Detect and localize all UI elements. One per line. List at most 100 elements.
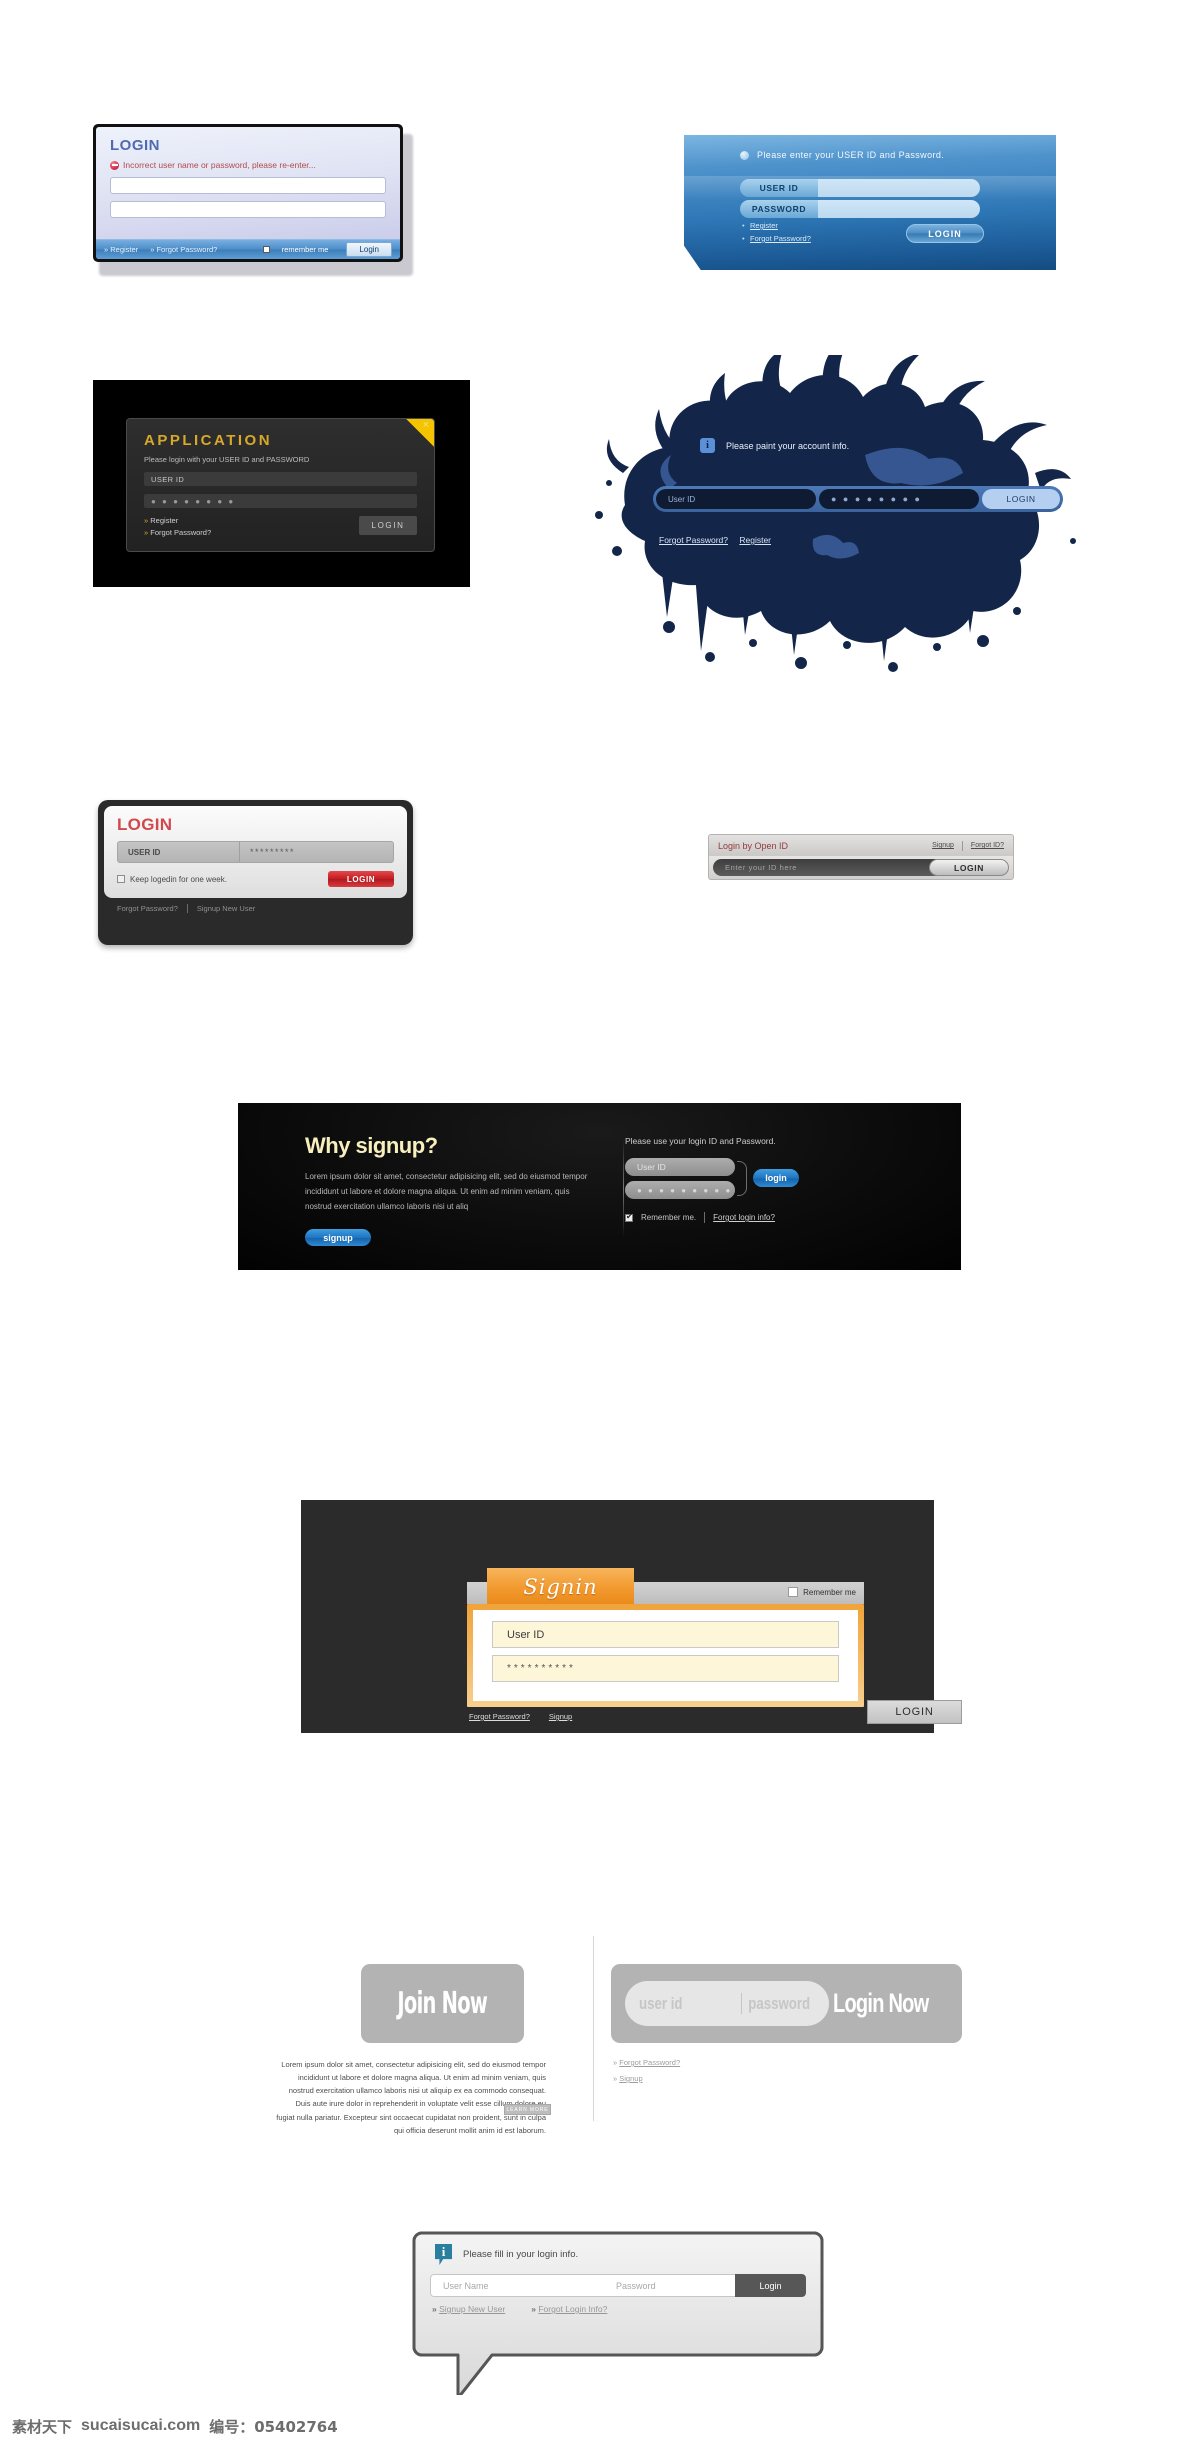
forgot-password-link[interactable]: Forgot Password? xyxy=(469,1712,530,1721)
page-title: LOGIN xyxy=(110,137,160,154)
credentials-row: User Name Password Login xyxy=(430,2274,806,2297)
links-group: » Forgot Password? » Signup xyxy=(613,2058,680,2090)
password-input[interactable] xyxy=(818,200,980,218)
register-link[interactable]: Register xyxy=(144,516,211,525)
options-row: Remember me. Forgot login info? xyxy=(625,1212,776,1223)
login-column: Please use your login ID and Password. U… xyxy=(625,1136,799,1223)
forgot-password-link[interactable]: Forgot Password? xyxy=(144,528,211,537)
forgot-password-link[interactable]: Forgot Password? xyxy=(117,904,178,913)
divider xyxy=(704,1212,706,1223)
forgot-login-label: Forgot Login Info? xyxy=(538,2304,608,2314)
userid-input[interactable]: USER ID xyxy=(144,472,417,486)
password-label: PASSWORD xyxy=(740,200,818,218)
password-input[interactable]: ● ● ● ● ● ● ● ● ● xyxy=(625,1181,735,1199)
forgot-password-label: Forgot Password? xyxy=(619,2058,681,2067)
remember-me-label: remember me xyxy=(281,245,329,254)
form-outer-frame: LOGIN USER ID ********* Keep logedin for… xyxy=(98,800,413,945)
instruction-message: i Please fill in your login info. xyxy=(418,2230,818,2265)
register-link[interactable]: Register xyxy=(739,535,771,545)
userid-input[interactable]: USER ID xyxy=(118,842,240,862)
error-icon xyxy=(110,160,119,170)
password-input[interactable]: ● ● ● ● ● ● ● ● xyxy=(819,489,979,509)
learn-more-button[interactable]: LEARN MORE xyxy=(504,2104,551,2115)
userid-input[interactable]: User ID xyxy=(625,1158,735,1176)
page-title: LOGIN xyxy=(117,815,173,834)
signin-tab: Signin xyxy=(487,1568,634,1605)
forgot-login-link[interactable]: » Forgot Login Info? xyxy=(531,2304,607,2314)
options-row: Keep logedin for one week. LOGIN xyxy=(117,871,394,887)
instruction-message: i Please paint your account info. xyxy=(700,438,849,453)
form-inner: User ID ********** xyxy=(473,1610,858,1701)
keep-logged-in-label: Keep logedin for one week. xyxy=(130,874,227,884)
forgot-password-link[interactable]: Forgot Password? xyxy=(742,234,811,243)
form-footer: Register Forgot Password? LOGIN xyxy=(144,516,417,540)
register-link[interactable]: » Register xyxy=(104,245,138,254)
login-button[interactable]: LOGIN xyxy=(929,859,1009,876)
signup-link[interactable]: » Signup xyxy=(613,2074,680,2083)
password-input[interactable]: ********* xyxy=(240,842,393,862)
forgot-password-link[interactable]: » Forgot Password? xyxy=(613,2058,680,2067)
login-button[interactable]: Login xyxy=(735,2274,806,2297)
arrow-icon: » xyxy=(432,2304,437,2314)
openid-header: Login by Open ID Signup Forgot ID? xyxy=(708,834,1014,856)
signup-label: Signup New User xyxy=(439,2304,506,2314)
arrow-icon-2: » xyxy=(531,2304,536,2314)
login-button[interactable]: LOGIN xyxy=(906,224,984,243)
error-message: Incorrect user name or password, please … xyxy=(110,160,386,170)
login-now-button[interactable]: Login Now xyxy=(833,1988,929,2019)
login-form-ink-splatter: i Please paint your account info. User I… xyxy=(565,355,1095,685)
userid-input[interactable]: User ID xyxy=(492,1621,839,1648)
signup-link[interactable]: Signup New User xyxy=(197,904,255,913)
password-input[interactable]: ● ● ● ● ● ● ● ● xyxy=(144,494,417,508)
remember-me-checkbox[interactable] xyxy=(262,246,270,253)
login-button[interactable]: login xyxy=(753,1169,799,1187)
password-input[interactable]: password xyxy=(742,1994,810,2014)
login-button[interactable]: LOGIN xyxy=(328,871,394,887)
credentials-input-group: User Name Password xyxy=(430,2274,735,2297)
page-title: Login by Open ID xyxy=(718,840,789,851)
links-group: Forgot Password? Register xyxy=(659,535,780,545)
join-now-button[interactable]: Join Now xyxy=(361,1964,524,2043)
userid-input[interactable] xyxy=(818,179,980,197)
ink-splatter-graphic xyxy=(595,355,1076,672)
forgot-id-link[interactable]: Forgot ID? xyxy=(971,842,1004,849)
remember-me-checkbox[interactable] xyxy=(625,1212,633,1222)
remember-me-checkbox[interactable] xyxy=(788,1587,799,1597)
form-footer-bar: » Register » Forgot Password? remember m… xyxy=(96,239,400,259)
instruction-message: Please enter your USER ID and Password. xyxy=(740,150,944,160)
remember-me-label: Remember me. xyxy=(641,1213,697,1222)
username-input[interactable] xyxy=(110,177,386,194)
info-icon: i xyxy=(435,2244,452,2265)
signup-link[interactable]: » Signup New User xyxy=(432,2304,505,2314)
login-form-signin: Remember me Signin User ID ********** Fo… xyxy=(301,1500,962,1733)
forgot-password-link[interactable]: Forgot Password? xyxy=(659,535,728,545)
close-icon[interactable]: × xyxy=(423,419,429,431)
keep-logged-in-checkbox[interactable] xyxy=(117,875,125,883)
bullet-icon xyxy=(740,150,749,160)
signup-button[interactable]: signup xyxy=(305,1229,371,1247)
login-button[interactable]: Login xyxy=(346,242,392,257)
register-link[interactable]: Register xyxy=(742,221,811,230)
forgot-login-link[interactable]: Forgot login info? xyxy=(713,1213,775,1222)
password-input[interactable]: ********** xyxy=(492,1655,839,1682)
password-input[interactable]: Password xyxy=(616,2281,656,2291)
signup-link[interactable]: Signup xyxy=(932,842,954,849)
password-input[interactable] xyxy=(110,201,386,218)
login-form-lavender: LOGIN Incorrect user name or password, p… xyxy=(93,124,413,276)
username-input[interactable]: User Name xyxy=(431,2281,616,2291)
login-button[interactable]: LOGIN xyxy=(867,1700,962,1724)
login-form-application: × APPLICATION Please login with your USE… xyxy=(93,380,470,587)
openid-input[interactable]: Enter your ID here xyxy=(713,859,943,876)
login-form-why-signup: Why signup? Lorem ipsum dolor sit amet, … xyxy=(238,1103,961,1270)
column-divider xyxy=(593,1936,594,2121)
userid-input[interactable]: user id xyxy=(625,1994,715,2014)
links-group: Register Forgot Password? xyxy=(742,221,811,247)
userid-input[interactable]: User ID xyxy=(656,489,816,509)
app-title: APPLICATION xyxy=(144,432,273,449)
login-button[interactable]: LOGIN xyxy=(982,489,1060,509)
login-form-openid: Login by Open ID Signup Forgot ID? Enter… xyxy=(708,834,1014,890)
forgot-password-link[interactable]: » Forgot Password? xyxy=(150,245,217,254)
login-button[interactable]: LOGIN xyxy=(359,516,417,535)
signup-link[interactable]: Signup xyxy=(549,1712,572,1721)
openid-input-row: Enter your ID here LOGIN xyxy=(708,856,1014,880)
